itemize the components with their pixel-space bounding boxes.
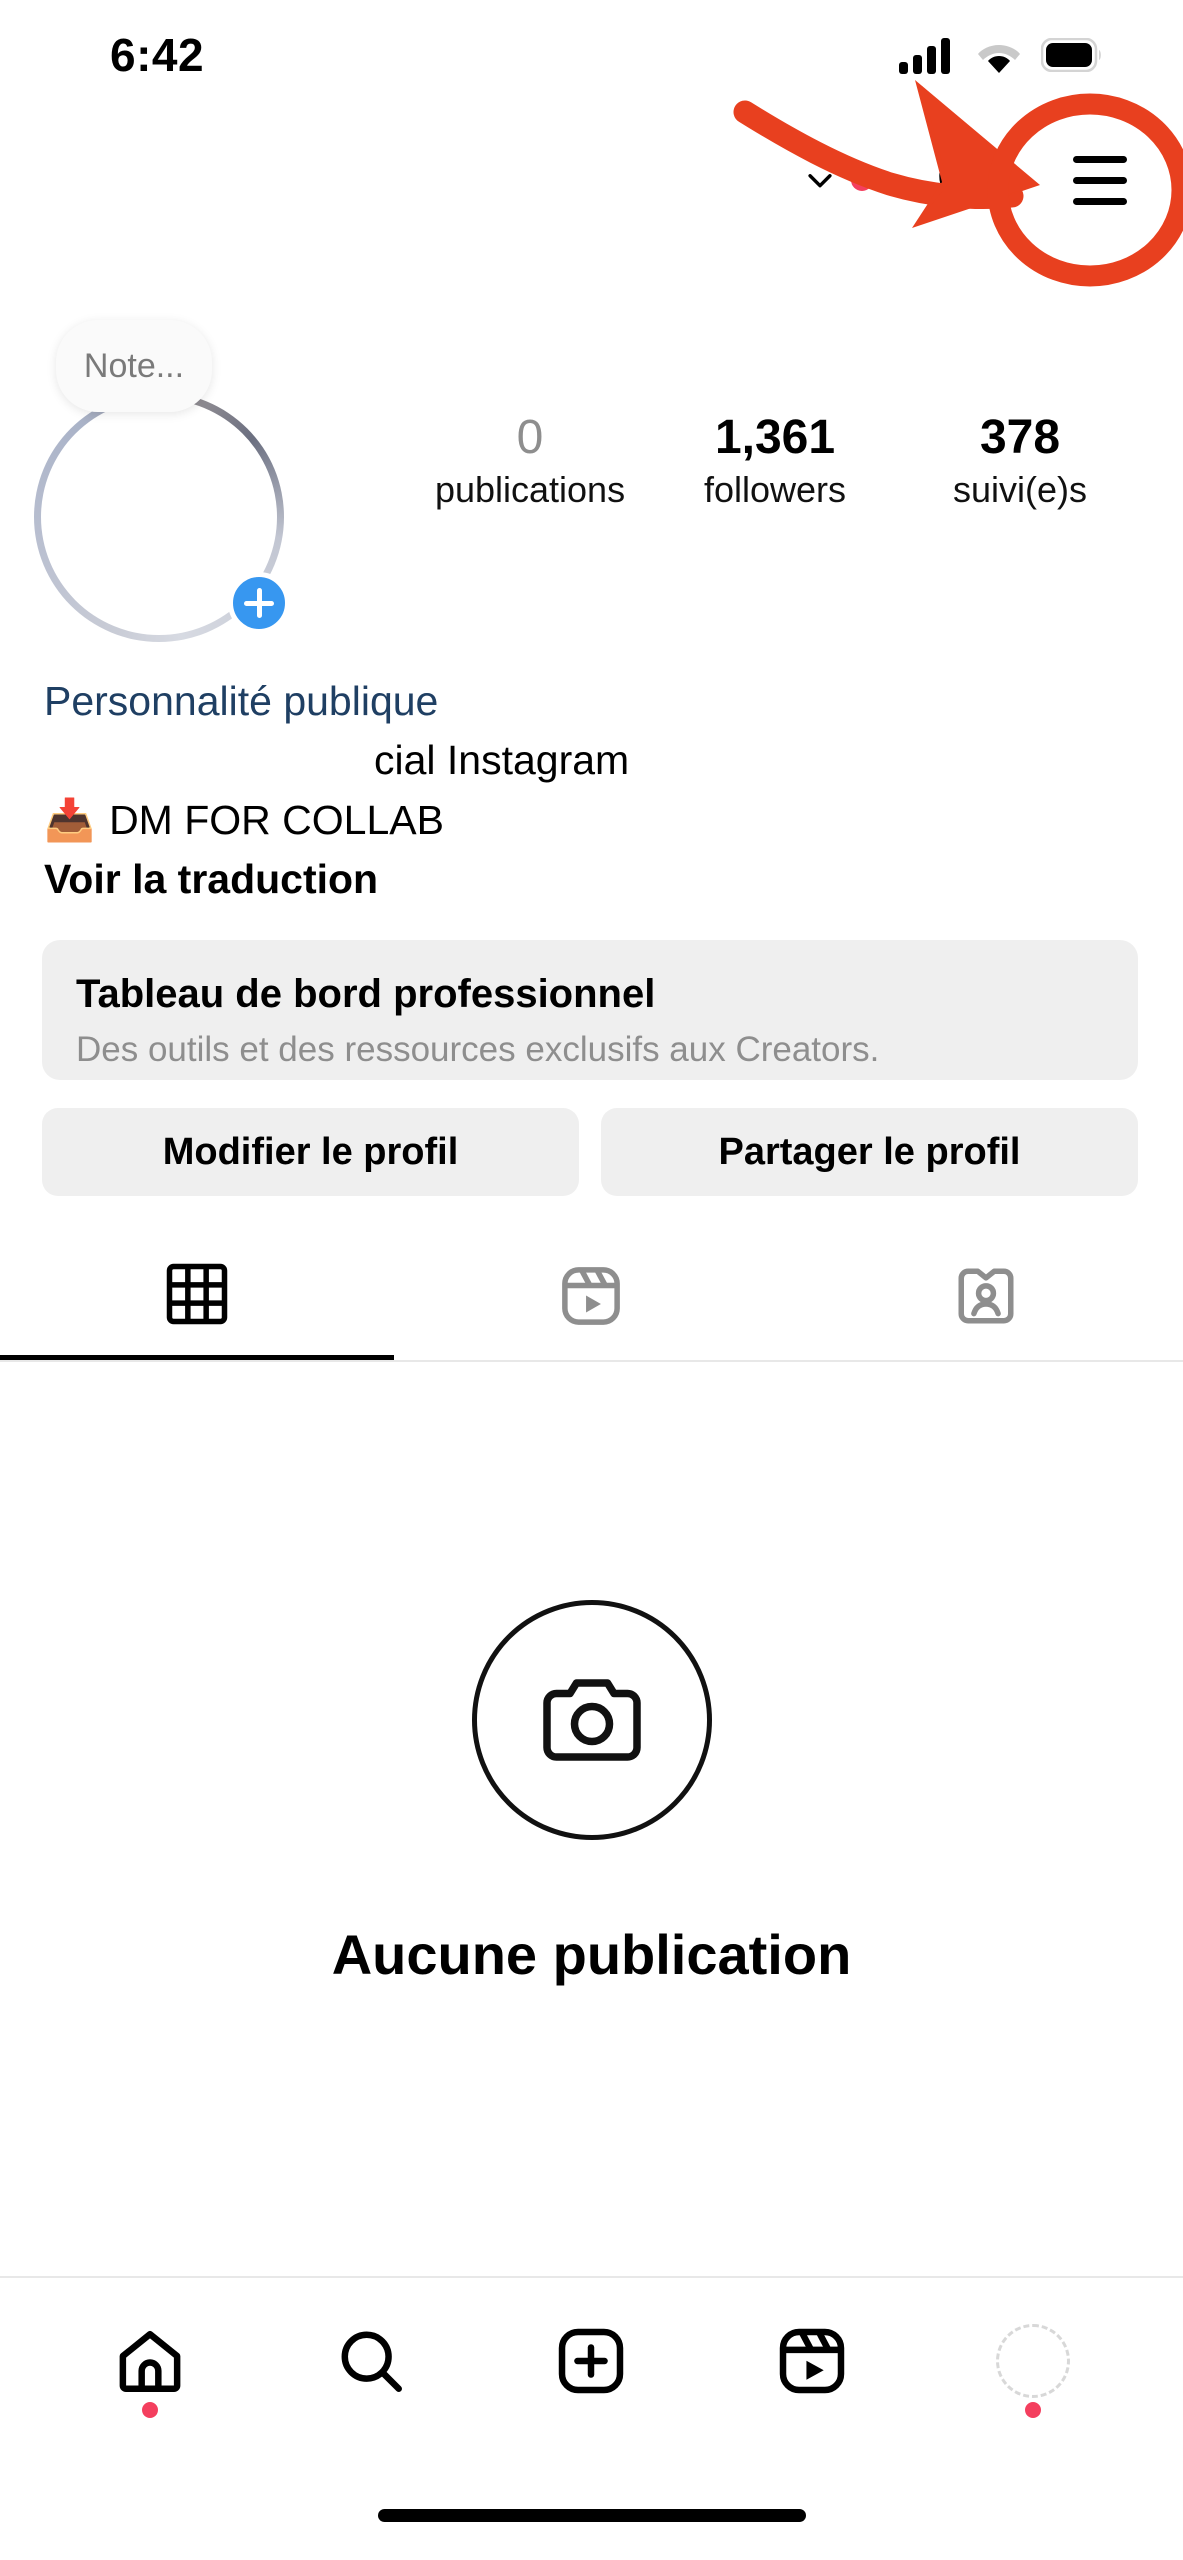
note-bubble[interactable]: Note... [56, 320, 212, 412]
nav-profile-dot [1024, 2402, 1041, 2418]
empty-state-title: Aucune publication [331, 1923, 852, 1986]
profile-header [0, 120, 1183, 240]
nav-create[interactable] [531, 2306, 651, 2416]
camera-icon [542, 1679, 641, 1761]
plus-square-icon [559, 2328, 624, 2394]
note-placeholder-text: Note... [83, 346, 185, 385]
reels-icon [779, 2328, 845, 2394]
bio-category: Personnalité publique [44, 678, 439, 724]
stat-publications[interactable]: 0 publications [420, 410, 640, 512]
chevron-down-icon[interactable] [803, 163, 837, 197]
nav-profile[interactable] [973, 2306, 1093, 2418]
stat-label: suivi(e)s [952, 468, 1087, 510]
avatar-with-story-ring[interactable]: Note... [34, 320, 290, 642]
stat-value: 378 [979, 411, 1061, 464]
bio-line-3-text: DM FOR COLLAB [109, 796, 444, 843]
stat-label: publications [434, 468, 626, 510]
profile-bio: Personnalité publique cial Instagram 📥 D… [44, 672, 1144, 910]
home-indicator [377, 2509, 806, 2522]
add-story-button[interactable] [228, 572, 290, 634]
grid-icon [166, 1263, 228, 1324]
home-icon [119, 2330, 181, 2392]
nav-search[interactable] [311, 2306, 431, 2416]
account-switcher[interactable] [803, 163, 873, 197]
stat-following[interactable]: 378 suivi(e)s [910, 410, 1130, 512]
status-bar-time: 6:42 [110, 29, 205, 81]
nav-reels[interactable] [752, 2306, 872, 2416]
bottom-navigation [0, 2276, 1183, 2444]
see-translation-link[interactable]: Voir la traduction [44, 850, 1144, 909]
dashboard-title: Tableau de bord professionnel [76, 972, 656, 1016]
profile-tabs [0, 1232, 1183, 1362]
empty-state: Aucune publication [0, 1600, 1183, 1987]
tab-reels[interactable] [394, 1232, 788, 1360]
wifi-icon [978, 45, 1020, 73]
bio-line-2: cial Instagram [374, 737, 630, 784]
profile-stats: 0 publications 1,361 followers 378 suivi… [420, 410, 1130, 512]
search-icon [341, 2331, 402, 2392]
nav-home-dot [142, 2402, 159, 2418]
instagram-profile-screen: 6:42 Note... 0 publications 1,361 follow… [0, 0, 1183, 2560]
reels-icon [562, 1267, 621, 1325]
dashboard-subtitle: Des outils et des ressources exclusifs a… [76, 1030, 880, 1069]
cellular-signal-icon [899, 38, 950, 74]
professional-dashboard-card[interactable]: Tableau de bord professionnel Des outils… [42, 940, 1138, 1080]
tab-grid[interactable] [0, 1232, 395, 1360]
profile-actions: Modifier le profil Partager le profil [42, 1108, 1138, 1196]
threads-icon[interactable] [919, 146, 987, 214]
camera-icon-circle [471, 1600, 712, 1840]
stat-value: 1,361 [714, 411, 836, 464]
status-bar: 6:42 [0, 0, 1183, 110]
profile-avatar-icon [995, 2324, 1070, 2398]
edit-profile-button[interactable]: Modifier le profil [42, 1108, 579, 1196]
bio-line-3: 📥 DM FOR COLLAB [44, 791, 1144, 850]
inbox-tray-icon: 📥 [44, 796, 96, 843]
status-bar-indicators [899, 36, 1103, 74]
profile-summary: Note... 0 publications 1,361 followers 3… [0, 320, 1183, 642]
stat-value: 0 [516, 411, 544, 464]
stat-label: followers [703, 468, 847, 510]
hamburger-menu-icon[interactable] [1057, 137, 1143, 223]
notification-dot [851, 169, 873, 191]
stat-followers[interactable]: 1,361 followers [665, 410, 885, 512]
tab-tagged[interactable] [789, 1232, 1183, 1360]
nav-home[interactable] [90, 2306, 210, 2418]
tagged-icon [958, 1268, 1014, 1324]
share-profile-button[interactable]: Partager le profil [601, 1108, 1138, 1196]
battery-full-icon [1041, 38, 1101, 72]
